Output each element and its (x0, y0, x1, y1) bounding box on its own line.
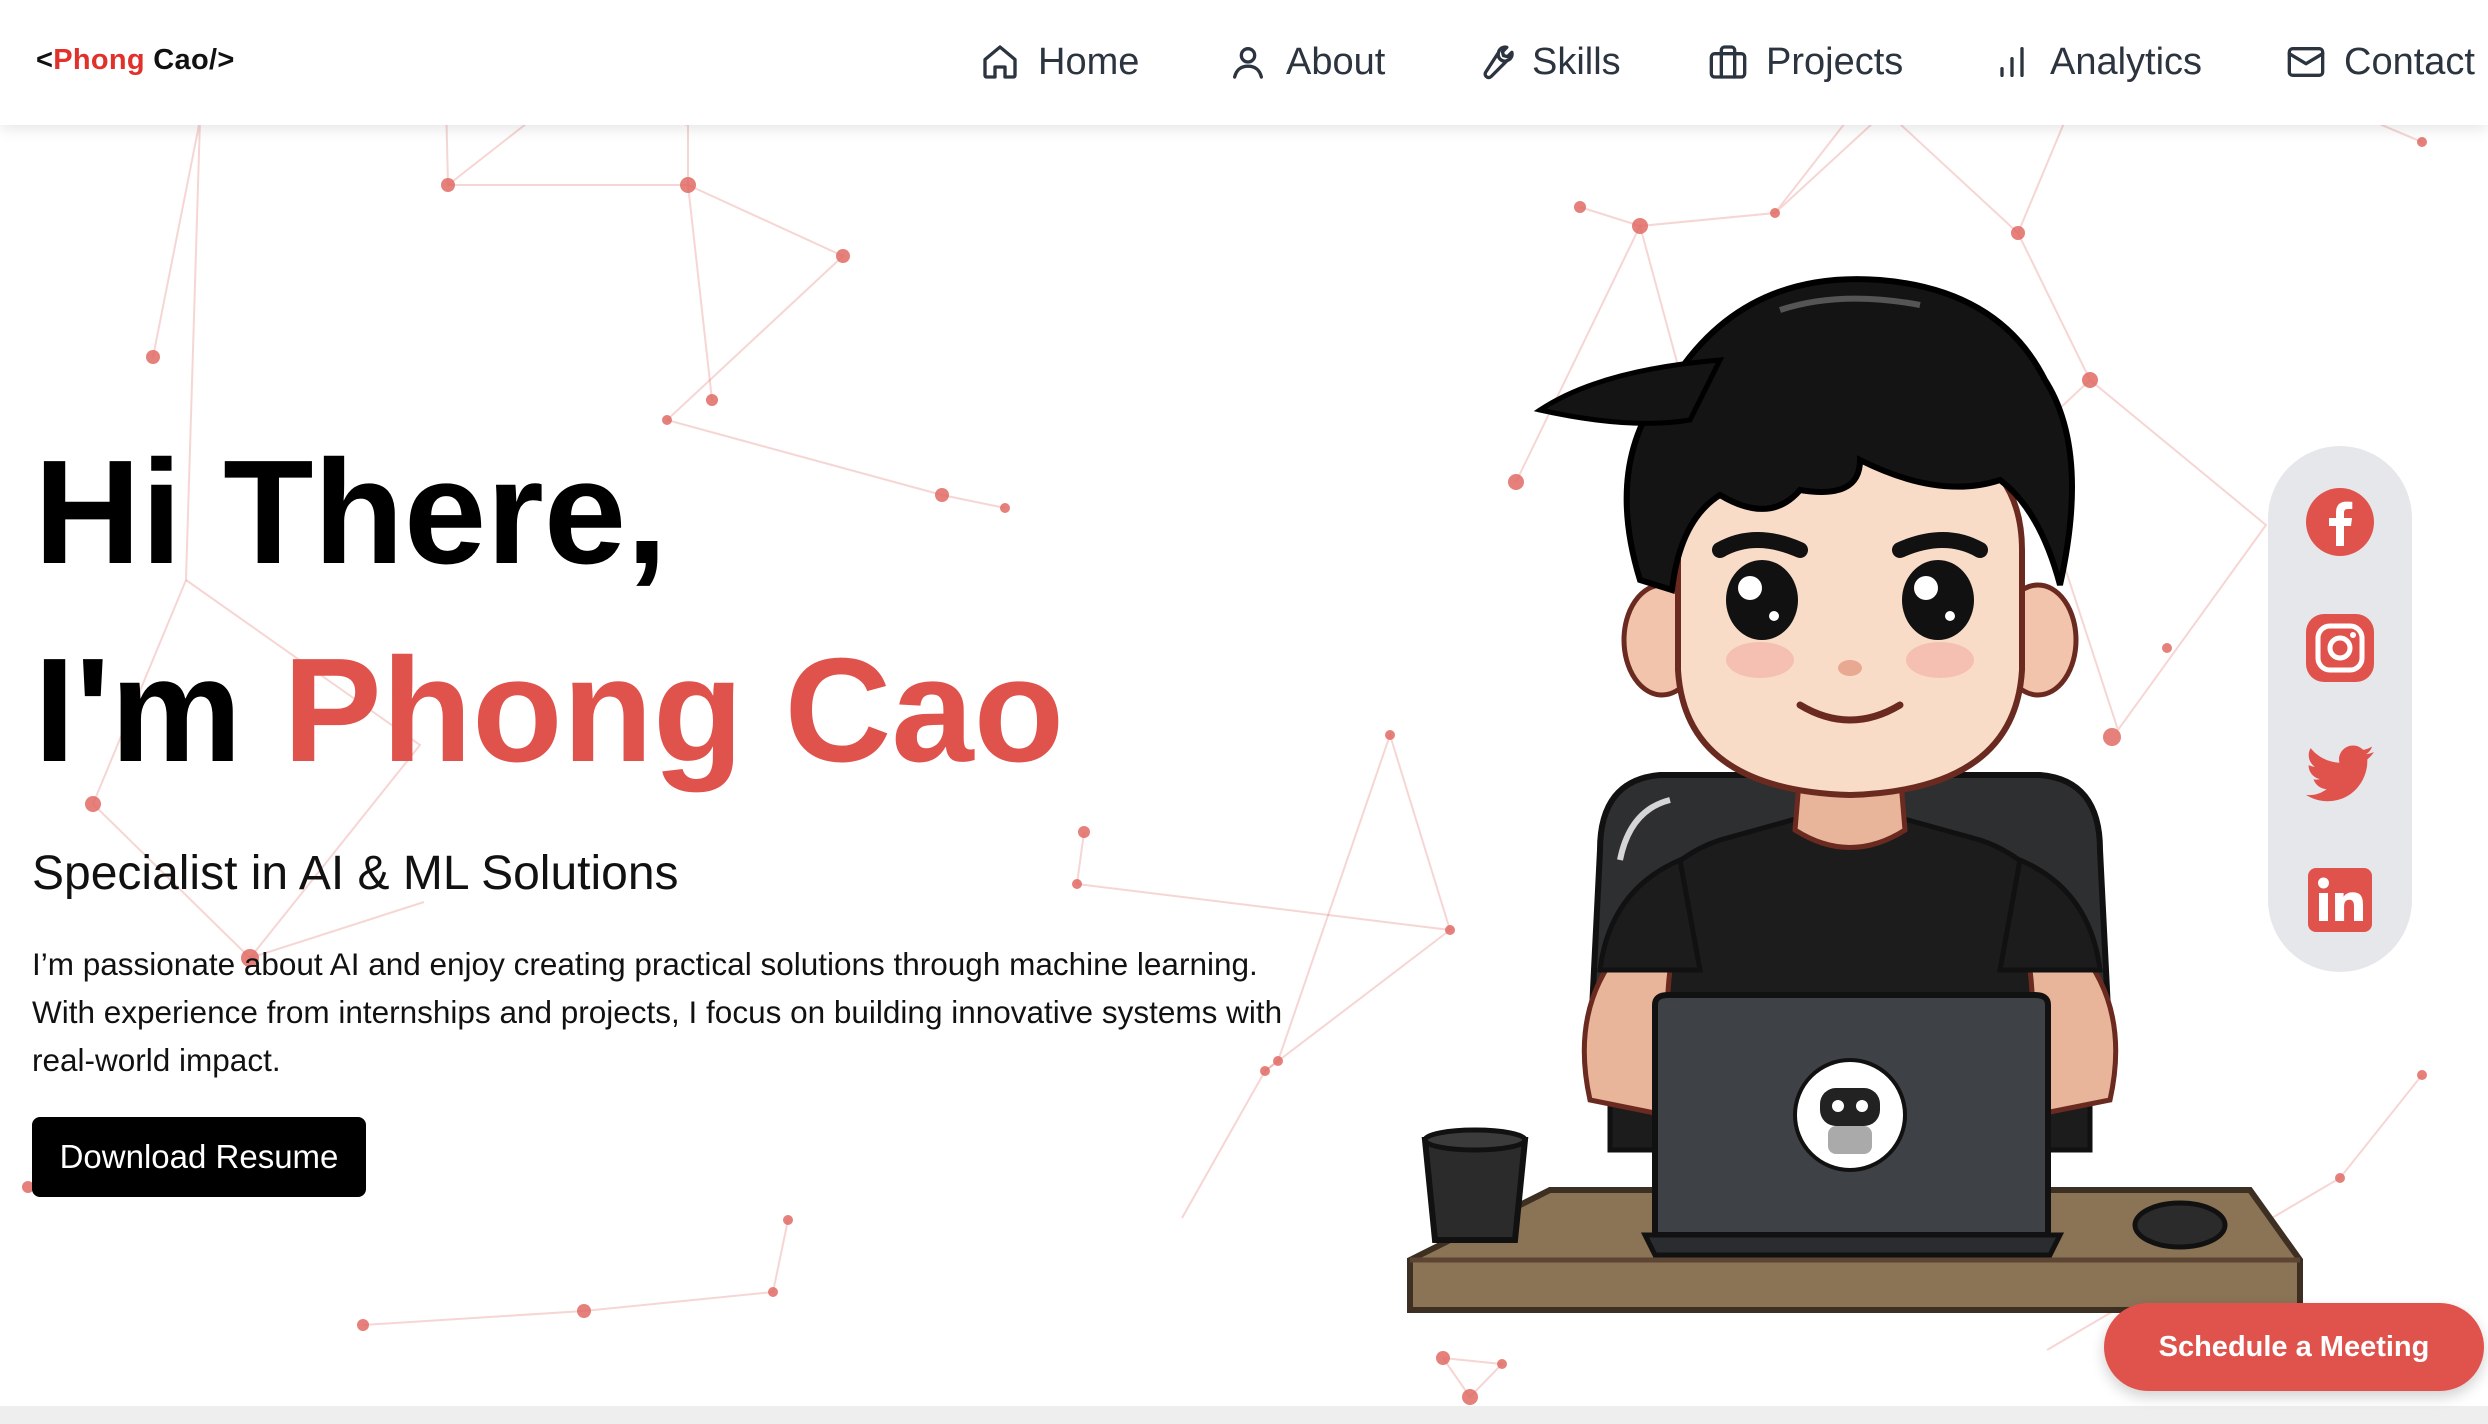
nav-home-label: Home (1038, 40, 1140, 83)
navbar: <Phong Cao/> Home About Skills Projects … (0, 0, 2488, 125)
nav-analytics-label: Analytics (2050, 40, 2203, 83)
twitter-icon[interactable] (2304, 738, 2376, 810)
briefcase-icon (1709, 45, 1747, 79)
mail-icon (2287, 47, 2325, 77)
nav-about[interactable]: About (1228, 36, 1385, 88)
nav-home[interactable]: Home (980, 36, 1139, 88)
nav-about-label: About (1286, 40, 1386, 83)
facebook-icon[interactable] (2304, 486, 2376, 558)
linkedin-icon[interactable] (2304, 864, 2376, 936)
hero-intro-prefix: I'm (34, 628, 284, 793)
home-icon (983, 45, 1017, 79)
hero-greeting: Hi There, (34, 430, 668, 595)
hero-intro: I'm Phong Cao (34, 636, 1064, 786)
nav-projects-label: Projects (1766, 40, 1904, 83)
hero-subtitle: Specialist in AI & ML Solutions (32, 847, 679, 900)
nav-contact[interactable]: Contact (2286, 36, 2475, 88)
logo[interactable]: <Phong Cao/> (36, 44, 235, 77)
social-sidebar (2268, 446, 2412, 972)
instagram-icon[interactable] (2304, 612, 2376, 684)
nav-projects[interactable]: Projects (1708, 36, 1903, 88)
avatar-illustration (1407, 276, 2303, 1313)
wrench-icon (1483, 45, 1514, 80)
nav-skills[interactable]: Skills (1474, 36, 1621, 88)
user-icon (1233, 47, 1263, 79)
nav-analytics[interactable]: Analytics (1992, 36, 2202, 88)
schedule-meeting-button[interactable]: Schedule a Meeting (2104, 1303, 2484, 1391)
bottom-divider (0, 1406, 2488, 1424)
download-resume-button[interactable]: Download Resume (32, 1117, 366, 1197)
hero-name: Phong Cao (283, 628, 1065, 793)
bar-chart-icon (2000, 47, 2024, 78)
hero-description: I’m passionate about AI and enjoy creati… (32, 946, 1283, 1078)
nav-contact-label: Contact (2344, 40, 2475, 83)
nav-skills-label: Skills (1532, 40, 1621, 83)
